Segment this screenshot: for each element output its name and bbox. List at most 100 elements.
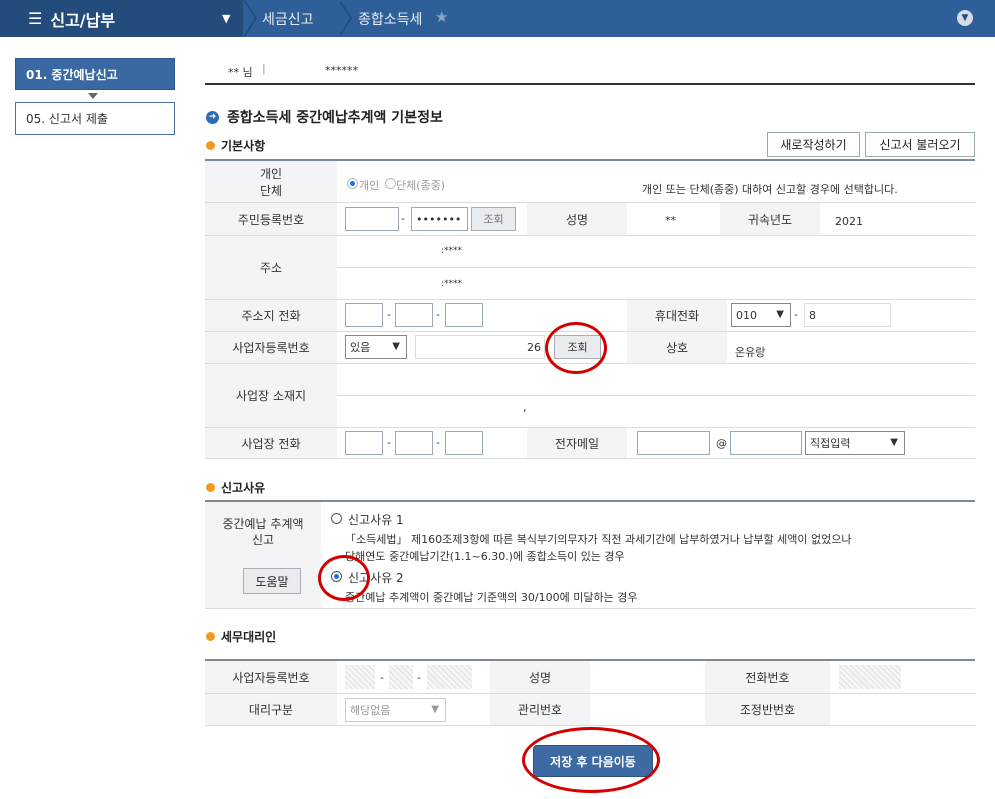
main-menu-button[interactable]: ☰ 신고/납부 [0, 0, 245, 37]
email-at: @ [716, 437, 727, 450]
chevron-down-icon[interactable]: ▼ [957, 10, 973, 26]
user-ssn-mask: ****** [325, 64, 358, 77]
type-individual-radio[interactable] [347, 178, 358, 189]
agent-biz-no-input2 [389, 665, 413, 689]
user-info-separator: | [262, 62, 266, 75]
address-line2: :**** [441, 279, 463, 289]
biz-no-label: 사업자등록번호 [205, 332, 337, 364]
company-label: 상호 [627, 332, 727, 364]
agent-biz-no-input3 [427, 665, 472, 689]
basic-info-table: 개인 단체 개인 단체(종중) 개인 또는 단체(종중) 대하여 신고할 경우에… [205, 159, 975, 459]
agent-adj-label: 조정반번호 [705, 694, 830, 726]
name-label: 성명 [527, 203, 627, 236]
home-phone-area-input[interactable] [345, 303, 383, 327]
nav-item-interim-return[interactable]: 01. 중간예납신고 [15, 58, 175, 90]
biz-no-input[interactable]: 26 [415, 335, 545, 359]
reason-table: 중간예납 추계액 신고 도움말 신고사유 1 「소득세법」 제160조제3항에 … [205, 500, 975, 609]
agent-biz-no-dash: - [417, 671, 421, 684]
year-value: 2021 [835, 215, 863, 228]
bullet-icon [206, 483, 215, 492]
rrn-back-input[interactable]: ••••••• [411, 207, 468, 231]
email-domain-value: 직접입력 [810, 437, 851, 450]
home-phone-mid-input[interactable] [395, 303, 433, 327]
agent-phone-input [839, 665, 901, 689]
reason1-title: 신고사유 1 [348, 513, 404, 527]
user-name: ** 님 [228, 66, 253, 79]
load-return-button[interactable]: 신고서 불러오기 [865, 132, 975, 157]
section-heading-reason-text: 신고사유 [221, 481, 266, 495]
section-heading-agent: 세무대리인 [206, 628, 276, 645]
type-group-radio[interactable] [385, 178, 396, 189]
bullet-icon [206, 632, 215, 641]
star-icon[interactable]: ★ [435, 8, 448, 26]
biz-phone-mid-input[interactable] [395, 431, 433, 455]
page-title-text: 종합소득세 중간예납추계액 기본정보 [227, 110, 443, 126]
agent-phone-label: 전화번호 [705, 661, 830, 694]
new-document-button[interactable]: 새로작성하기 [767, 132, 860, 157]
type-label: 개인 단체 [205, 161, 337, 203]
biz-phone-label: 사업장 전화 [205, 428, 337, 459]
reason1-desc-line1: 「소득세법」 제160조제3항에 따른 복식부기의무자가 직전 과세기간에 납부… [345, 533, 852, 546]
agent-type-label: 대리구분 [205, 694, 337, 726]
address-line2-cell [337, 268, 975, 300]
biz-phone-area-input[interactable] [345, 431, 383, 455]
biz-address-line1-cell [337, 364, 975, 396]
annotation-circle-reason2 [318, 555, 370, 601]
address-line1-cell [337, 236, 975, 268]
address-label: 주소 [205, 236, 337, 300]
reason2-desc: 중간예납 추계액이 중간예납 기준액의 30/100에 미달하는 경우 [345, 591, 638, 604]
nav-item-submit-return[interactable]: 05. 신고서 제출 [15, 102, 175, 135]
help-button[interactable]: 도움말 [243, 568, 301, 594]
agent-biz-no-dash: - [380, 671, 384, 684]
section-heading-agent-text: 세무대리인 [221, 630, 277, 644]
email-domain-select[interactable]: 직접입력 ▼ [805, 431, 905, 455]
mobile-prefix-value: 010 [736, 308, 757, 322]
annotation-circle-save [522, 727, 660, 793]
rrn-dash: - [401, 212, 405, 225]
home-phone-dash: - [436, 308, 440, 321]
breadcrumb-separator [243, 0, 259, 37]
year-label: 귀속년도 [720, 203, 820, 236]
name-value: ** [665, 214, 676, 227]
rrn-front-input[interactable] [345, 207, 399, 231]
top-bar: ☰ 신고/납부 ▼ 세금신고 종합소득세 ★ ▼ [0, 0, 995, 37]
mobile-mid-input[interactable]: 8 [804, 303, 891, 327]
mobile-label: 휴대전화 [627, 300, 727, 332]
agent-biz-no-label: 사업자등록번호 [205, 661, 337, 694]
email-id-input[interactable] [637, 431, 710, 455]
chevron-down-icon: ▼ [392, 341, 400, 352]
biz-exist-select[interactable]: 있음 ▼ [345, 335, 407, 359]
address-line1: :**** [441, 246, 463, 256]
reason1-radio[interactable] [331, 513, 342, 524]
nav-step-arrow-icon [88, 93, 98, 99]
type-individual-label: 개인 [359, 179, 380, 192]
biz-no-tail: 26 [527, 340, 541, 354]
agent-biz-no-input1 [345, 665, 375, 689]
chevron-down-icon: ▼ [431, 704, 439, 715]
breadcrumb-separator [338, 0, 354, 37]
email-label: 전자메일 [527, 428, 627, 459]
user-info-bar: ** 님 | ****** [205, 58, 975, 85]
agent-mgmt-label: 관리번호 [490, 694, 590, 726]
rrn-lookup-button[interactable]: 조회 [471, 207, 516, 231]
company-value: 온유랑 [735, 346, 766, 359]
biz-phone-last-input[interactable] [445, 431, 483, 455]
menu-caret-icon[interactable]: ▼ [222, 12, 230, 25]
mobile-dash: - [794, 308, 798, 321]
bullet-icon [206, 141, 215, 150]
home-phone-last-input[interactable] [445, 303, 483, 327]
arrow-right-icon: ➜ [206, 110, 219, 124]
biz-phone-dash: - [436, 436, 440, 449]
mobile-prefix-select[interactable]: 010 ▼ [731, 303, 791, 327]
section-heading-basic-text: 기본사항 [221, 139, 266, 153]
biz-address-value: , [523, 401, 527, 414]
home-phone-dash: - [387, 308, 391, 321]
biz-address-line2-cell [337, 396, 975, 428]
breadcrumb-item-tax-return[interactable]: 세금신고 [262, 0, 314, 37]
reason1-desc-line2: 당해연도 중간예납기간(1.1~6.30.)에 종합소득이 있는 경우 [345, 550, 625, 563]
breadcrumb-item-income-tax[interactable]: 종합소득세 [358, 0, 422, 37]
agent-table: 사업자등록번호 - - 성명 전화번호 대리구분 해당없음 ▼ 관리번호 조정반… [205, 659, 975, 726]
email-domain-input[interactable] [730, 431, 802, 455]
page-title: ➜ 종합소득세 중간예납추계액 기본정보 [206, 107, 443, 127]
reason-label: 중간예납 추계액 신고 [222, 517, 304, 547]
